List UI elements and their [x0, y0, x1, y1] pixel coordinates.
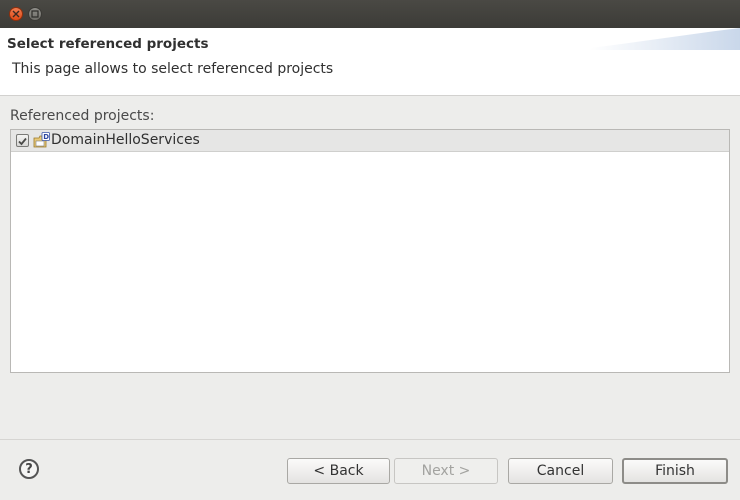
project-checkbox[interactable]	[16, 134, 29, 147]
header-banner-graphic	[590, 28, 740, 50]
page-description: This page allows to select referenced pr…	[12, 61, 334, 77]
title-bar	[0, 0, 740, 28]
footer-separator	[0, 439, 740, 440]
project-label: DomainHelloServices	[51, 132, 200, 148]
project-icon: D	[33, 132, 50, 148]
next-button[interactable]: Next >	[394, 458, 498, 484]
wizard-header: Select referenced projects This page all…	[0, 28, 740, 96]
project-list: D DomainHelloServices	[10, 129, 730, 373]
close-icon[interactable]	[9, 7, 23, 21]
svg-text:D: D	[43, 133, 49, 141]
page-title: Select referenced projects	[7, 36, 209, 52]
maximize-icon[interactable]	[28, 7, 42, 21]
referenced-projects-label: Referenced projects:	[10, 108, 155, 124]
help-icon[interactable]: ?	[19, 459, 39, 479]
back-button[interactable]: < Back	[287, 458, 390, 484]
finish-button[interactable]: Finish	[622, 458, 728, 484]
cancel-button[interactable]: Cancel	[508, 458, 613, 484]
list-item[interactable]: D DomainHelloServices	[11, 130, 729, 152]
